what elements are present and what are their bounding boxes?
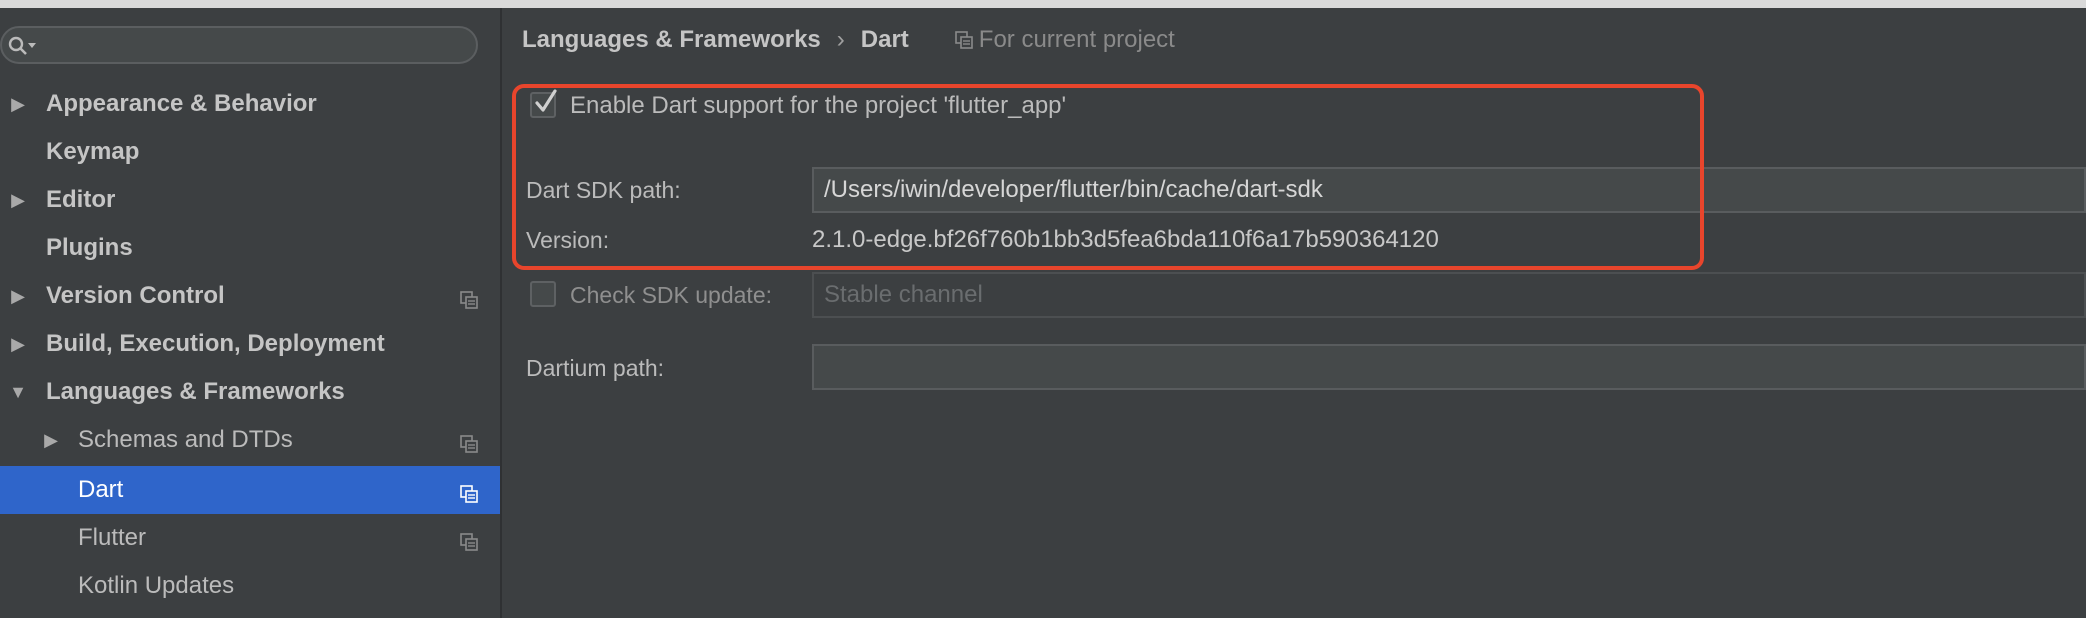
dartium-path-field[interactable] <box>812 344 2086 390</box>
project-level-icon <box>460 432 478 453</box>
check-sdk-update-label[interactable]: Check SDK update: <box>570 282 772 309</box>
breadcrumb-separator: › <box>836 26 845 53</box>
settings-search-input[interactable] <box>0 26 478 64</box>
update-channel-select[interactable]: Stable channel <box>812 272 2086 318</box>
sidebar-item-label: Flutter <box>78 524 147 551</box>
dartium-path-label: Dartium path: <box>526 355 665 381</box>
check-sdk-update-checkbox[interactable] <box>530 281 556 307</box>
breadcrumb-current: Dart <box>860 26 909 53</box>
scope-indicator: For current project <box>954 26 1175 54</box>
sidebar-item-label: Languages & Frameworks <box>46 378 345 405</box>
sidebar-item-label: Version Control <box>46 282 225 309</box>
sidebar-item-editor[interactable]: ▶ Editor <box>0 176 500 224</box>
sidebar-item-label: Keymap <box>46 138 140 165</box>
chevron-right-icon[interactable]: ▶ <box>41 430 61 451</box>
sidebar-item-label: Editor <box>46 186 116 213</box>
project-level-icon <box>460 288 478 309</box>
sidebar-item-schemas-dtds[interactable]: ▶ Schemas and DTDs <box>0 416 500 464</box>
sidebar-item-label: Build, Execution, Deployment <box>46 330 385 357</box>
sidebar-item-languages-frameworks[interactable]: ▼ Languages & Frameworks <box>0 368 500 416</box>
project-level-icon <box>954 31 973 49</box>
sidebar-item-label: Schemas and DTDs <box>78 426 293 453</box>
sidebar-item-label: Kotlin Updates <box>78 572 235 599</box>
update-channel-value: Stable channel <box>824 281 983 308</box>
sidebar-item-version-control[interactable]: ▶ Version Control <box>0 272 500 320</box>
sidebar-item-label: Plugins <box>46 234 133 261</box>
breadcrumb-parent[interactable]: Languages & Frameworks <box>522 26 821 54</box>
sidebar-item-appearance-behavior[interactable]: ▶ Appearance & Behavior <box>0 80 500 128</box>
sidebar-item-dart[interactable]: Dart <box>0 466 500 514</box>
chevron-down-icon[interactable]: ▼ <box>8 382 28 403</box>
window-top-strip <box>0 0 2086 8</box>
chevron-right-icon[interactable]: ▶ <box>8 286 28 307</box>
sidebar-item-plugins[interactable]: Plugins <box>0 224 500 272</box>
scope-label: For current project <box>978 26 1175 53</box>
search-icon <box>8 36 38 63</box>
sidebar-item-kotlin-updates[interactable]: Kotlin Updates <box>0 562 500 610</box>
highlight-annotation-box <box>512 84 1704 270</box>
sidebar-item-label: Dart <box>78 476 124 503</box>
sidebar-item-keymap[interactable]: Keymap <box>0 128 500 176</box>
sidebar-item-label: Appearance & Behavior <box>46 90 317 117</box>
chevron-right-icon[interactable]: ▶ <box>8 190 28 211</box>
chevron-right-icon[interactable]: ▶ <box>8 94 28 115</box>
sidebar-item-build-execution-deployment[interactable]: ▶ Build, Execution, Deployment <box>0 320 500 368</box>
chevron-right-icon[interactable]: ▶ <box>8 334 28 355</box>
project-level-icon <box>460 482 478 503</box>
project-level-icon <box>460 530 478 551</box>
sidebar-item-flutter[interactable]: Flutter <box>0 514 500 562</box>
breadcrumb: Languages & Frameworks › Dart For curren… <box>522 26 1175 54</box>
